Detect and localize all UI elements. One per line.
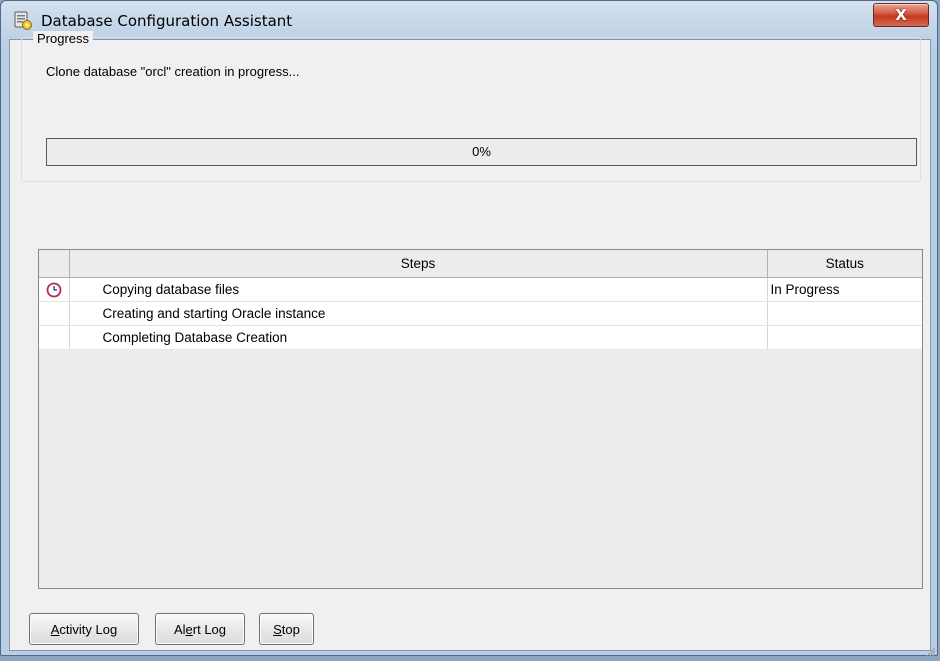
title-bar[interactable]: Database Configuration Assistant X [1, 1, 937, 39]
row-icon-cell [39, 325, 70, 350]
window-title: Database Configuration Assistant [41, 12, 293, 30]
database-assistant-icon [13, 11, 33, 31]
stop-button[interactable]: Stop [259, 613, 314, 645]
step-status [767, 301, 922, 326]
stop-label-post: top [281, 621, 300, 637]
resize-grip-icon[interactable] [925, 643, 936, 657]
table-row[interactable]: Completing Database Creation [39, 325, 922, 350]
step-status: In Progress [767, 277, 922, 302]
step-name: Completing Database Creation [69, 325, 768, 350]
table-row[interactable]: Copying database files In Progress [39, 277, 922, 302]
dialog-window: Database Configuration Assistant X Progr… [0, 0, 938, 657]
steps-table-panel: Steps Status Copying database files In P… [38, 249, 923, 589]
step-name: Copying database files [69, 277, 768, 302]
clock-icon [46, 281, 62, 298]
progress-message: Clone database "orcl" creation in progre… [46, 64, 300, 79]
activity-log-button[interactable]: Activity Log [29, 613, 139, 645]
progress-percent: 0% [472, 144, 491, 159]
table-row[interactable]: Creating and starting Oracle instance [39, 301, 922, 326]
steps-table: Steps Status Copying database files In P… [39, 250, 922, 350]
step-name: Creating and starting Oracle instance [69, 301, 768, 326]
close-icon: X [895, 6, 907, 24]
row-icon-cell [39, 277, 70, 302]
step-status [767, 325, 922, 350]
status-column-header[interactable]: Status [767, 250, 922, 278]
icon-column-header[interactable] [39, 250, 70, 278]
activity-log-mnemonic: A [50, 621, 60, 637]
progress-group-label: Progress [33, 31, 94, 46]
activity-log-label-post: ctivity Log [59, 621, 118, 637]
close-button[interactable]: X [873, 3, 929, 27]
stop-mnemonic: S [273, 621, 282, 637]
steps-column-header[interactable]: Steps [69, 250, 768, 278]
row-icon-cell [39, 301, 70, 326]
table-header-row: Steps Status [39, 250, 922, 278]
alert-log-label-pre: Al [173, 621, 186, 637]
alert-log-mnemonic: e [185, 621, 193, 637]
alert-log-button[interactable]: Al e rt Log [155, 613, 245, 645]
progress-bar: 0% [46, 138, 917, 166]
alert-log-label-post: rt Log [192, 621, 227, 637]
